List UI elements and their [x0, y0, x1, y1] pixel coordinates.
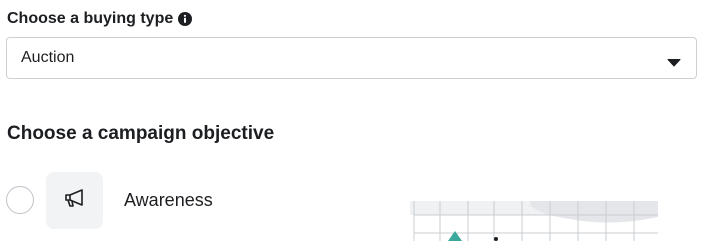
objective-radio-awareness[interactable]	[6, 186, 34, 214]
buying-type-select[interactable]: Auction	[6, 37, 697, 79]
objective-label-awareness: Awareness	[124, 189, 213, 210]
campaign-objective-heading: Choose a campaign objective	[7, 123, 275, 144]
objective-option-awareness[interactable]: Awareness	[6, 171, 213, 229]
info-icon[interactable]	[178, 12, 193, 26]
buying-type-selected-value: Auction	[21, 49, 75, 66]
objective-preview-illustration	[410, 201, 658, 241]
megaphone-icon	[62, 185, 88, 216]
buying-type-label-text: Choose a buying type	[7, 10, 174, 27]
buying-type-label: Choose a buying type	[7, 9, 193, 29]
caret-down-icon	[667, 54, 681, 66]
objective-icon-tile	[46, 171, 103, 229]
